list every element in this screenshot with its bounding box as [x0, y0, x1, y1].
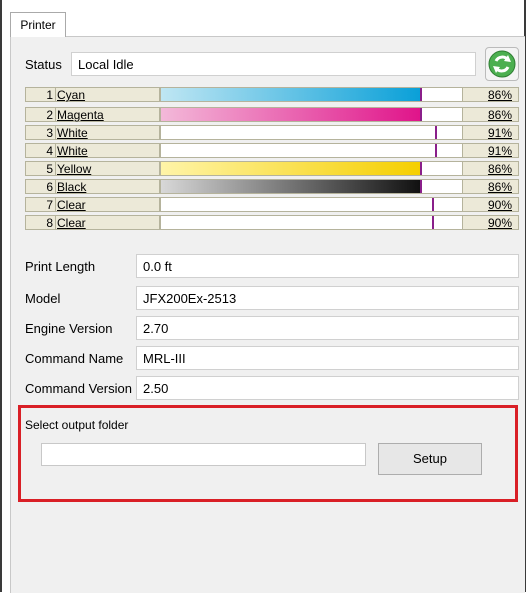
ink-level-marker: [420, 162, 422, 175]
ink-level-bar: [160, 179, 463, 194]
status-field: Local Idle: [71, 52, 476, 76]
engine-version-label: Engine Version: [25, 321, 113, 336]
ink-percent: 86%: [463, 179, 519, 194]
ink-row: 3 White 91%: [25, 125, 519, 140]
ink-percent: 91%: [463, 125, 519, 140]
ink-percent: 90%: [463, 197, 519, 212]
ink-index: 2: [25, 107, 56, 122]
ink-level-marker: [420, 180, 422, 193]
command-version-label: Command Version: [25, 381, 132, 396]
ink-level-bar: [160, 125, 463, 140]
print-length-field: 0.0 ft: [136, 254, 519, 278]
ink-level-bar: [160, 87, 463, 102]
ink-row: 7 Clear 90%: [25, 197, 519, 212]
ink-percent: 91%: [463, 143, 519, 158]
ink-name: White: [56, 143, 160, 158]
ink-level-fill: [161, 144, 435, 157]
ink-index: 6: [25, 179, 56, 194]
setup-button[interactable]: Setup: [378, 443, 482, 475]
window-left-border: [0, 0, 2, 592]
refresh-icon: [488, 50, 516, 78]
ink-level-fill: [161, 108, 420, 121]
output-folder-label: Select output folder: [25, 418, 129, 432]
model-field: JFX200Ex-2513: [136, 286, 519, 310]
ink-level-marker: [432, 216, 434, 229]
ink-level-fill: [161, 162, 420, 175]
ink-row: 6 Black 86%: [25, 179, 519, 194]
ink-index: 5: [25, 161, 56, 176]
ink-row: 1 Cyan 86%: [25, 87, 519, 102]
engine-version-field: 2.70: [136, 316, 519, 340]
command-version-field: 2.50: [136, 376, 519, 400]
ink-name: Magenta: [56, 107, 160, 122]
ink-level-marker: [432, 198, 434, 211]
ink-level-fill: [161, 198, 432, 211]
ink-index: 3: [25, 125, 56, 140]
command-name-field: MRL-III: [136, 346, 519, 370]
ink-level-fill: [161, 88, 420, 101]
ink-percent: 90%: [463, 215, 519, 230]
print-length-label: Print Length: [25, 259, 96, 274]
ink-index: 8: [25, 215, 56, 230]
ink-index: 4: [25, 143, 56, 158]
ink-level-bar: [160, 107, 463, 122]
ink-level-bar: [160, 143, 463, 158]
ink-name: White: [56, 125, 160, 140]
ink-level-marker: [420, 108, 422, 121]
ink-level-bar: [160, 197, 463, 212]
ink-name: Yellow: [56, 161, 160, 176]
ink-level-fill: [161, 216, 432, 229]
ink-level-marker: [435, 144, 437, 157]
tab-printer[interactable]: Printer: [10, 12, 66, 37]
ink-percent: 86%: [463, 107, 519, 122]
ink-name: Clear: [56, 197, 160, 212]
ink-row: 4 White 91%: [25, 143, 519, 158]
ink-name: Cyan: [56, 87, 160, 102]
output-folder-field[interactable]: [41, 443, 366, 466]
ink-percent: 86%: [463, 161, 519, 176]
status-label: Status: [25, 57, 62, 72]
ink-level-fill: [161, 180, 420, 193]
ink-name: Clear: [56, 215, 160, 230]
ink-percent: 86%: [463, 87, 519, 102]
ink-index: 1: [25, 87, 56, 102]
command-name-label: Command Name: [25, 351, 124, 366]
ink-row: 8 Clear 90%: [25, 215, 519, 230]
ink-row: 2 Magenta 86%: [25, 107, 519, 122]
ink-level-bar: [160, 215, 463, 230]
ink-row: 5 Yellow 86%: [25, 161, 519, 176]
model-label: Model: [25, 291, 61, 306]
ink-level-marker: [420, 88, 422, 101]
ink-level-bar: [160, 161, 463, 176]
ink-index: 7: [25, 197, 56, 212]
ink-level-fill: [161, 126, 435, 139]
ink-level-marker: [435, 126, 437, 139]
refresh-button[interactable]: [485, 47, 519, 81]
ink-name: Black: [56, 179, 160, 194]
